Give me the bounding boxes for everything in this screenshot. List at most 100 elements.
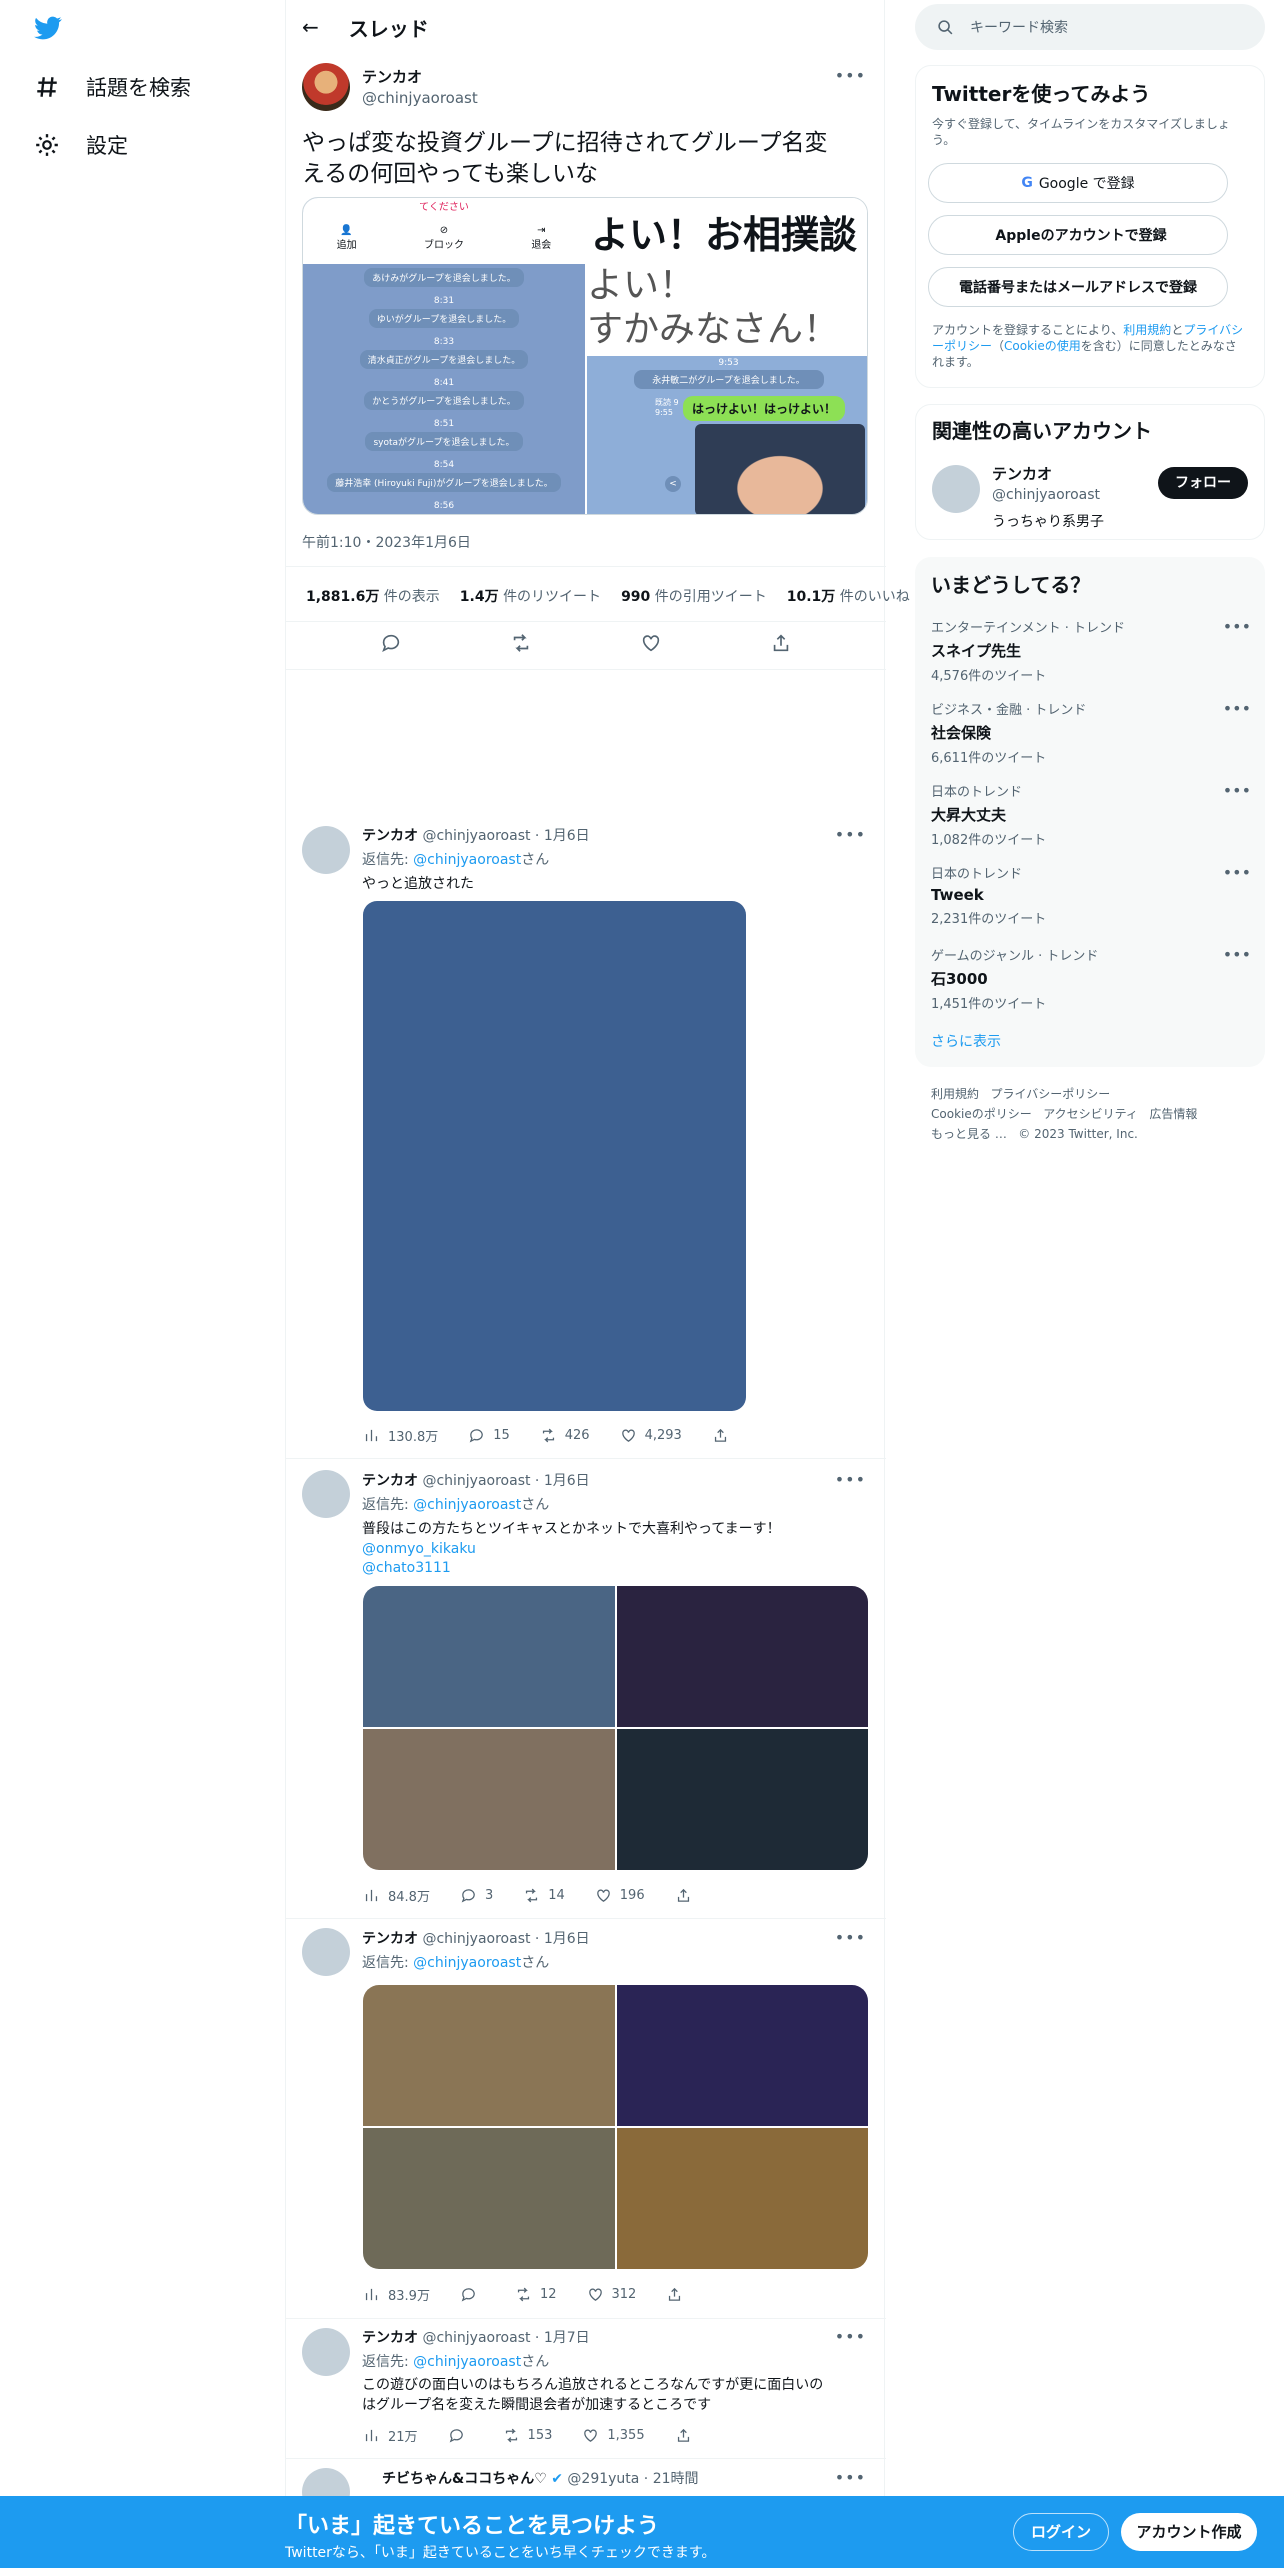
login-button[interactable]: ログイン — [1013, 2513, 1109, 2551]
like-button[interactable]: 1,355 — [582, 2427, 645, 2444]
more-icon[interactable]: ••• — [835, 2468, 866, 2487]
views-stat[interactable]: 21万 — [363, 2426, 418, 2445]
more-icon[interactable]: ••• — [835, 1928, 866, 1947]
media-image[interactable] — [363, 1586, 615, 1727]
reply-button[interactable] — [460, 2286, 485, 2303]
more-icon[interactable]: ••• — [1223, 945, 1251, 964]
reply-author-name[interactable]: テンカオ — [362, 828, 418, 844]
views-stat[interactable]: 130.8万 — [363, 1426, 438, 1445]
stat-views[interactable]: 1,881.6万 件の表示 — [306, 586, 440, 606]
share-button[interactable] — [712, 1427, 729, 1444]
media-image[interactable] — [616, 1586, 868, 1727]
trend-item[interactable]: ゲームのジャンル · トレンド 石3000 1,451件のツイート ••• — [931, 945, 1251, 1012]
trend-item[interactable]: 日本のトレンド Tweek 2,231件のツイート ••• — [931, 863, 1251, 927]
main-tweet-name[interactable]: テンカオ — [362, 66, 478, 87]
like-icon[interactable] — [640, 632, 662, 654]
media-image[interactable] — [363, 1729, 615, 1870]
like-button[interactable]: 4,293 — [620, 1427, 682, 1444]
media-image[interactable] — [616, 1729, 868, 1870]
stat-retweets[interactable]: 1.4万 件のリツイート — [460, 586, 601, 606]
avatar[interactable] — [302, 826, 350, 874]
related-handle[interactable]: @chinjyaoroast — [992, 487, 1104, 503]
avatar[interactable] — [302, 1928, 350, 1976]
mention-link[interactable]: @chato3111 — [362, 1560, 862, 1576]
footer-accessibility-link[interactable]: アクセシビリティ — [1043, 1107, 1138, 1121]
phone-signup-button[interactable]: 電話番号またはメールアドレスで登録 — [928, 267, 1228, 307]
share-icon[interactable] — [770, 632, 792, 654]
search-box[interactable]: キーワード検索 — [915, 4, 1265, 50]
twitter-logo-icon[interactable] — [32, 14, 64, 42]
reply-handle-link[interactable]: @chinjyaoroast — [413, 1955, 521, 1971]
google-signup-button[interactable]: G Google で登録 — [928, 163, 1228, 203]
more-icon[interactable]: ••• — [1223, 781, 1251, 800]
avatar[interactable] — [302, 1470, 350, 1518]
apple-signup-button[interactable]: Appleのアカウントで登録 — [928, 215, 1228, 255]
media-screenshot-left[interactable]: てください 👤 追加 ⊘ ブロック ⇥ 退会 あけみがグループを退会しました。 8:31… — [303, 198, 585, 514]
retweet-button[interactable]: 12 — [515, 2286, 557, 2303]
trend-item[interactable]: 日本のトレンド 大昇大丈夫 1,082件のツイート ••• — [931, 781, 1251, 848]
main-tweet-timestamp[interactable]: 午前1:10・2023年1月6日 — [302, 532, 471, 552]
more-icon[interactable]: ••• — [835, 825, 866, 844]
reply-handle-link[interactable]: @chinjyaoroast — [413, 852, 521, 868]
more-icon[interactable]: ••• — [835, 1470, 866, 1489]
back-arrow-icon[interactable]: ← — [302, 15, 319, 39]
footer-more-link[interactable]: もっと見る … — [931, 1127, 1007, 1141]
avatar[interactable] — [932, 465, 980, 513]
related-name[interactable]: テンカオ — [992, 463, 1104, 484]
reply-media[interactable] — [363, 901, 746, 1411]
search-input[interactable]: キーワード検索 — [970, 17, 1068, 37]
media-image[interactable] — [616, 2128, 868, 2269]
share-button[interactable] — [675, 2427, 692, 2444]
signup-button[interactable]: アカウント作成 — [1121, 2513, 1257, 2551]
like-button[interactable]: 312 — [587, 2286, 636, 2303]
avatar[interactable] — [302, 2328, 350, 2376]
nav-settings[interactable]: 設定 — [34, 130, 128, 160]
stat-quotes[interactable]: 990 件の引用ツイート — [621, 586, 767, 606]
main-tweet-media[interactable]: てください 👤 追加 ⊘ ブロック ⇥ 退会 あけみがグループを退会しました。 8:31… — [302, 197, 868, 515]
mention-link[interactable]: @onmyo_kikaku — [362, 1541, 862, 1557]
reply-media-grid[interactable] — [363, 1586, 868, 1870]
main-tweet-avatar[interactable] — [302, 63, 350, 111]
footer-cookie-link[interactable]: Cookieのポリシー — [931, 1107, 1032, 1121]
retweet-button[interactable]: 14 — [523, 1887, 565, 1904]
terms-link[interactable]: 利用規約 — [1123, 323, 1171, 337]
more-icon[interactable]: ••• — [1223, 617, 1251, 636]
retweet-button[interactable]: 426 — [540, 1427, 590, 1444]
media-screenshot-right[interactable]: よい！お相撲談 よい！ すかみなさん！ 9:53 永井敏二がグループを退会しまし… — [585, 198, 867, 514]
reply-author-name[interactable]: テンカオ — [362, 2330, 418, 2346]
media-image[interactable] — [616, 1985, 868, 2126]
stat-likes[interactable]: 10.1万 件のいいね — [787, 586, 910, 606]
media-image[interactable] — [363, 2128, 615, 2269]
more-icon[interactable]: ••• — [835, 2327, 866, 2346]
cookie-link[interactable]: Cookieの使用 — [1004, 339, 1081, 353]
share-button[interactable] — [666, 2286, 683, 2303]
more-icon[interactable]: ••• — [1223, 863, 1251, 882]
reply-author-name[interactable]: テンカオ — [362, 1931, 418, 1947]
share-button[interactable] — [675, 1887, 692, 1904]
media-image[interactable] — [363, 1985, 615, 2126]
reply-author-name[interactable]: テンカオ — [362, 1473, 418, 1489]
reply-author-name[interactable]: チビちゃん&ココちゃん♡ — [382, 2471, 547, 2487]
footer-terms-link[interactable]: 利用規約 — [931, 1087, 979, 1101]
like-button[interactable]: 196 — [595, 1887, 645, 1904]
reply-button[interactable]: 3 — [460, 1887, 493, 1904]
show-more-link[interactable]: さらに表示 — [931, 1031, 1001, 1051]
more-icon[interactable]: ••• — [835, 66, 866, 85]
footer-privacy-link[interactable]: プライバシーポリシー — [990, 1087, 1110, 1101]
retweet-button[interactable]: 153 — [503, 2427, 552, 2444]
reply-button[interactable] — [448, 2427, 473, 2444]
views-stat[interactable]: 83.9万 — [363, 2285, 430, 2304]
footer-ads-link[interactable]: 広告情報 — [1149, 1107, 1197, 1121]
trend-item[interactable]: エンターテインメント · トレンド スネイプ先生 4,576件のツイート ••• — [931, 617, 1251, 684]
reply-button[interactable]: 15 — [468, 1427, 510, 1444]
more-icon[interactable]: ••• — [1223, 699, 1251, 718]
follow-button[interactable]: フォロー — [1158, 467, 1248, 499]
reply-handle-link[interactable]: @chinjyaoroast — [413, 1497, 521, 1513]
main-tweet-handle[interactable]: @chinjyaoroast — [362, 89, 478, 107]
reply-icon[interactable] — [380, 632, 402, 654]
reply-media-grid[interactable] — [363, 1985, 868, 2269]
retweet-icon[interactable] — [510, 632, 532, 654]
trend-item[interactable]: ビジネス・金融 · トレンド 社会保険 6,611件のツイート ••• — [931, 699, 1251, 766]
views-stat[interactable]: 84.8万 — [363, 1886, 430, 1905]
nav-explore[interactable]: 話題を検索 — [34, 72, 191, 102]
